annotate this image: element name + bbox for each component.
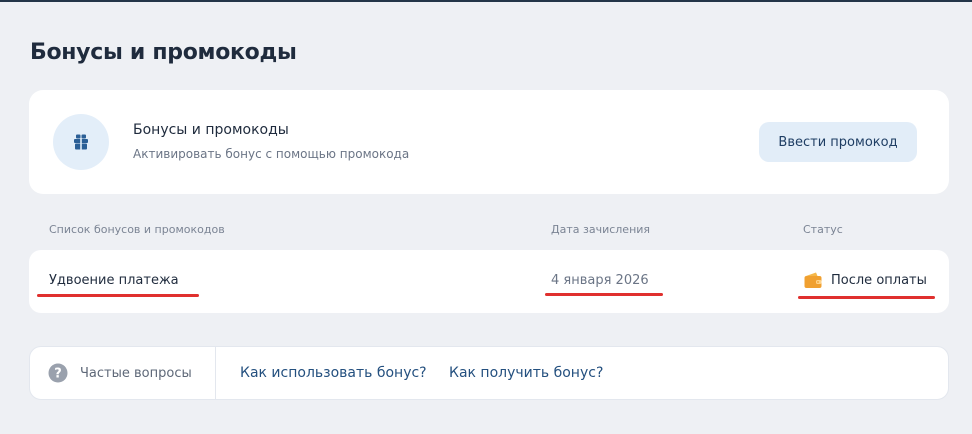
wallet-icon <box>804 272 822 288</box>
question-icon: ? <box>48 363 68 383</box>
faq-panel: ? Частые вопросы Как использовать бонус?… <box>29 346 949 400</box>
annotation-underline-status <box>798 296 935 299</box>
gift-icon-badge <box>53 114 109 170</box>
faq-divider <box>215 347 216 399</box>
bonus-name: Удвоение платежа <box>49 273 179 288</box>
enter-promocode-button[interactable]: Ввести промокод <box>759 122 917 162</box>
faq-label: Частые вопросы <box>80 365 192 381</box>
column-header-date: Дата зачисления <box>551 223 651 236</box>
table-row[interactable]: Удвоение платежа 4 января 2026 После опл… <box>29 250 949 313</box>
status-label: После оплаты <box>831 272 927 288</box>
faq-label-group: ? Частые вопросы <box>48 363 192 383</box>
top-border <box>0 0 972 2</box>
annotation-underline-name <box>37 294 199 297</box>
column-header-status: Статус <box>803 223 843 236</box>
bonus-date: 4 января 2026 <box>551 273 649 288</box>
faq-link-how-to-use[interactable]: Как использовать бонус? <box>240 365 427 381</box>
svg-text:?: ? <box>54 367 62 382</box>
promo-card: Бонусы и промокоды Активировать бонус с … <box>29 90 949 194</box>
column-header-bonus-list: Список бонусов и промокодов <box>49 223 225 236</box>
annotation-underline-date <box>545 293 663 296</box>
gift-icon <box>74 134 88 150</box>
faq-link-how-to-get[interactable]: Как получить бонус? <box>449 365 603 381</box>
promo-card-subtitle: Активировать бонус с помощью промокода <box>133 147 410 161</box>
promo-card-title: Бонусы и промокоды <box>133 122 289 138</box>
page-title: Бонусы и промокоды <box>30 40 297 65</box>
status-badge: После оплаты <box>803 271 927 289</box>
